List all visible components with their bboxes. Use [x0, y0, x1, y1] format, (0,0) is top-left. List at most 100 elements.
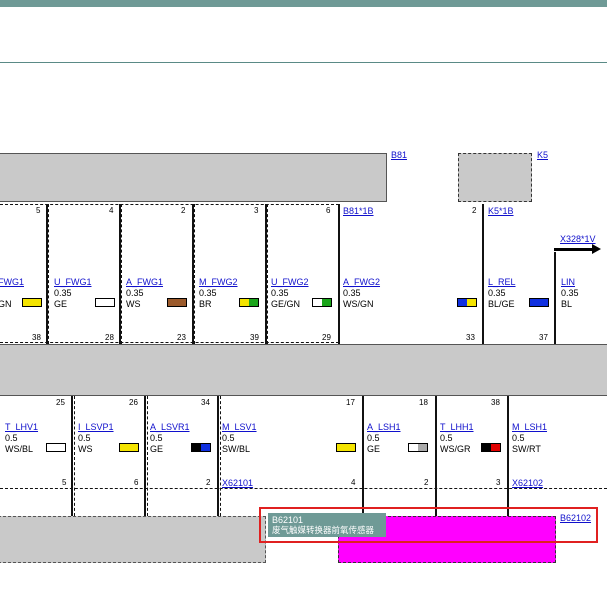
lower-wire-color-swatch: [191, 443, 211, 452]
upper-wire-size: 0.35: [343, 288, 361, 298]
upper-pin-top: 4: [109, 206, 114, 215]
lower-wire-color: WS/BL: [5, 444, 34, 454]
lower-wire-size: 0.5: [512, 433, 525, 443]
connector-b81-link[interactable]: B81: [391, 150, 407, 160]
lower-wire-size: 0.5: [222, 433, 235, 443]
lower-wire-color: GE: [367, 444, 381, 454]
upper-wire-color: WS: [126, 299, 141, 309]
wire-lower-dash-2: [147, 396, 148, 516]
upper-wire-name[interactable]: LIN: [561, 277, 575, 287]
connector-b81-dashed-edge: [0, 204, 339, 205]
connector-b81-1b-link[interactable]: B81*1B: [343, 206, 374, 216]
lower-pin-top: 38: [491, 398, 500, 407]
wire-lower-5: [435, 396, 437, 516]
lower-wire-name[interactable]: M_LSH1: [512, 422, 547, 432]
wire-upper-dash-1: [48, 204, 49, 344]
module-x62101[interactable]: [0, 516, 266, 563]
lower-wire-color-swatch: [481, 443, 501, 452]
upper-pin-top: 2: [472, 206, 477, 215]
upper-pin-top: 2: [181, 206, 186, 215]
lower-wire-size: 0.5: [78, 433, 91, 443]
wire-lower-dash-1: [74, 396, 75, 516]
upper-wire-name[interactable]: U_FWG2: [271, 277, 309, 287]
wire-lower-6: [507, 396, 509, 516]
connector-b81-dashed-bottom: [0, 342, 339, 343]
upper-wire-name[interactable]: FWG1: [0, 277, 24, 287]
wire-upper-dash-4: [267, 204, 268, 344]
upper-wire-name[interactable]: M_FWG2: [199, 277, 238, 287]
upper-pin-top: 6: [326, 206, 331, 215]
connector-x62101-link[interactable]: X62101: [222, 478, 253, 488]
upper-wire-size: 0.35: [199, 288, 217, 298]
module-k5[interactable]: [458, 153, 532, 202]
upper-pin-top: 3: [254, 206, 259, 215]
upper-wire-color-swatch: [529, 298, 549, 307]
wire-lower-dash-3: [220, 396, 221, 516]
connector-x62102-link[interactable]: X62102: [512, 478, 543, 488]
connector-k5-1b-link[interactable]: K5*1B: [488, 206, 514, 216]
lower-wire-name[interactable]: A_LSH1: [367, 422, 401, 432]
highlight-frame: [259, 507, 598, 543]
upper-wire-color: GE: [54, 299, 68, 309]
lower-pin-bottom: 6: [134, 478, 139, 487]
lower-wire-size: 0.5: [5, 433, 18, 443]
lower-pin-bottom: 2: [206, 478, 211, 487]
upper-wire-color: BR: [199, 299, 212, 309]
lower-wire-name[interactable]: I_LSVP1: [78, 422, 114, 432]
arrow-right-icon: [554, 248, 594, 251]
upper-wire-color-swatch: [312, 298, 332, 307]
lower-wire-size: 0.5: [440, 433, 453, 443]
upper-wire-name[interactable]: A_FWG2: [343, 277, 380, 287]
top-accent-bar: [0, 0, 607, 7]
lower-wire-color: GE: [150, 444, 164, 454]
upper-wire-size: 0.35: [488, 288, 506, 298]
upper-wire-size: 0.35: [126, 288, 144, 298]
upper-wire-color: GE/GN: [271, 299, 301, 309]
wire-lower-4: [362, 396, 364, 516]
lower-pin-top: 26: [129, 398, 138, 407]
upper-pin-bottom: 38: [32, 333, 41, 342]
lower-pin-bottom: 4: [351, 478, 356, 487]
upper-wire-color: WS/GN: [343, 299, 374, 309]
connector-k5-link[interactable]: K5: [537, 150, 548, 160]
lower-dashed-edge: [0, 488, 607, 489]
wire-upper-7: [554, 252, 556, 344]
lower-wire-name[interactable]: M_LSV1: [222, 422, 257, 432]
lower-wire-name[interactable]: T_LHH1: [440, 422, 474, 432]
upper-wire-name[interactable]: U_FWG1: [54, 277, 92, 287]
upper-wire-color: BL/GE: [488, 299, 515, 309]
lower-pin-top: 18: [419, 398, 428, 407]
upper-wire-color-swatch: [167, 298, 187, 307]
lower-wire-color-swatch: [119, 443, 139, 452]
upper-wire-size: 0.35: [561, 288, 579, 298]
wire-upper-dash-3: [194, 204, 195, 344]
module-middle[interactable]: [0, 344, 607, 396]
lower-pin-bottom: 3: [496, 478, 501, 487]
lower-pin-top: 25: [56, 398, 65, 407]
lower-wire-color: WS: [78, 444, 93, 454]
upper-wire-size: 0.35: [54, 288, 72, 298]
upper-pin-bottom: 28: [105, 333, 114, 342]
lower-wire-name[interactable]: A_LSVR1: [150, 422, 190, 432]
upper-pin-bottom: 33: [466, 333, 475, 342]
wire-upper-6: [482, 204, 484, 344]
upper-wire-color-swatch: [95, 298, 115, 307]
module-b81[interactable]: [0, 153, 387, 202]
lower-pin-bottom: 2: [424, 478, 429, 487]
upper-wire-color: BL: [561, 299, 573, 309]
upper-wire-name[interactable]: A_FWG1: [126, 277, 163, 287]
upper-wire-color-swatch: [457, 298, 477, 307]
upper-wire-size: 0.35: [271, 288, 289, 298]
upper-wire-name[interactable]: L_REL: [488, 277, 516, 287]
lower-wire-color-swatch: [336, 443, 356, 452]
arrow-head-icon: [592, 244, 601, 254]
lower-pin-bottom: 5: [62, 478, 67, 487]
lower-wire-size: 0.5: [150, 433, 163, 443]
upper-wire-color: GN: [0, 299, 12, 309]
upper-pin-bottom: 23: [177, 333, 186, 342]
connector-x328-1v-link[interactable]: X328*1V: [560, 234, 596, 244]
lower-pin-top: 17: [346, 398, 355, 407]
lower-wire-color: SW/BL: [222, 444, 251, 454]
wire-lower-2: [144, 396, 146, 516]
lower-wire-name[interactable]: T_LHV1: [5, 422, 38, 432]
